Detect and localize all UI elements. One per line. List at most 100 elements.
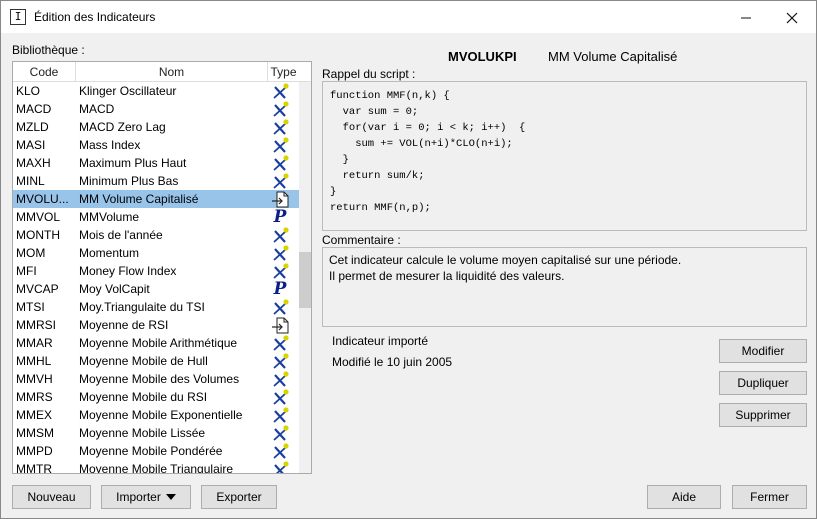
row-code: MMEX [16, 408, 52, 422]
table-scrollbar[interactable] [299, 82, 311, 473]
row-code: MASI [16, 138, 46, 152]
table-row[interactable]: MMAR Moyenne Mobile Arithmétique [13, 334, 299, 352]
indicator-code: MVOLUKPI [448, 49, 517, 64]
formula-icon [269, 172, 291, 190]
column-header-code[interactable]: Code [13, 62, 76, 82]
close-icon [786, 12, 798, 24]
p-icon: P [273, 207, 287, 227]
row-name: MM Volume Capitalisé [79, 192, 199, 206]
row-code: MMTR [16, 462, 52, 474]
script-line: sum += VOL(n+i)*CLO(n+i); [330, 138, 513, 150]
table-row[interactable]: MONTH Mois de l'année [13, 226, 299, 244]
table-row[interactable]: MZLD MACD Zero Lag [13, 118, 299, 136]
comment-label: Commentaire : [322, 233, 401, 247]
close-window-button[interactable] [769, 1, 815, 33]
formula-icon [269, 442, 291, 460]
row-name: Mois de l'année [79, 228, 163, 242]
table-row[interactable]: MVCAP Moy VolCapit P [13, 280, 299, 298]
row-code: MTSI [16, 300, 45, 314]
table-row[interactable]: MMHL Moyenne Mobile de Hull [13, 352, 299, 370]
table-row[interactable]: MINL Minimum Plus Bas [13, 172, 299, 190]
comment-view: Cet indicateur calcule le volume moyen c… [322, 247, 807, 327]
table-row[interactable]: MMPD Moyenne Mobile Pondérée [13, 442, 299, 460]
window-title: Édition des Indicateurs [34, 10, 156, 24]
p-icon: P [273, 279, 287, 299]
row-code: MAXH [16, 156, 51, 170]
table-row[interactable]: MVOLU... MM Volume Capitalisé [13, 190, 299, 208]
formula-icon [269, 118, 291, 136]
table-row[interactable]: MMEX Moyenne Mobile Exponentielle [13, 406, 299, 424]
row-code: MZLD [16, 120, 49, 134]
table-row[interactable]: MMTR Moyenne Mobile Triangulaire [13, 460, 299, 474]
formula-icon [269, 226, 291, 244]
formula-icon [269, 370, 291, 388]
table-row[interactable]: MMRSI Moyenne de RSI [13, 316, 299, 334]
row-name: Moy VolCapit [79, 282, 150, 296]
script-line: } [330, 154, 349, 166]
row-name: Minimum Plus Bas [79, 174, 179, 188]
table-row[interactable]: MACD MACD [13, 100, 299, 118]
table-row[interactable]: MOM Momentum [13, 244, 299, 262]
dropdown-caret-icon [165, 494, 176, 500]
row-name: Moyenne Mobile Pondérée [79, 444, 223, 458]
formula-icon [269, 244, 291, 262]
table-row[interactable]: MMVOL MMVolume P [13, 208, 299, 226]
row-name: Klinger Oscillateur [79, 84, 177, 98]
import-status: Indicateur importé [332, 334, 429, 348]
table-row[interactable]: MASI Mass Index [13, 136, 299, 154]
table-header: Code Nom Type [13, 62, 311, 82]
row-code: MMRS [16, 390, 53, 404]
formula-icon [269, 424, 291, 442]
row-code: MMVOL [16, 210, 61, 224]
formula-icon [269, 262, 291, 280]
close-button[interactable]: Fermer [732, 485, 807, 509]
table-row[interactable]: MFI Money Flow Index [13, 262, 299, 280]
minimize-button[interactable] [723, 1, 769, 33]
row-code: MFI [16, 264, 37, 278]
indicator-editor-window: I Édition des Indicateurs Bibliothèque :… [0, 0, 817, 519]
scrollbar-thumb[interactable] [299, 252, 311, 308]
duplicate-button[interactable]: Dupliquer [719, 371, 807, 395]
row-name: Maximum Plus Haut [79, 156, 187, 170]
column-header-name[interactable]: Nom [76, 62, 268, 82]
library-table[interactable]: Code Nom Type KLO Klinger Oscillateur MACD… [12, 61, 312, 474]
comment-line: Il permet de mesurer la liquidité des va… [329, 269, 565, 283]
row-code: MMVH [16, 372, 53, 386]
export-button[interactable]: Exporter [201, 485, 277, 509]
table-row[interactable]: MAXH Maximum Plus Haut [13, 154, 299, 172]
formula-icon [269, 406, 291, 424]
column-header-type[interactable]: Type [268, 62, 299, 82]
table-row[interactable]: MTSI Moy.Triangulaite du TSI [13, 298, 299, 316]
script-line: } [330, 186, 337, 198]
help-button[interactable]: Aide [647, 485, 721, 509]
script-line: function MMF(n,k) { [330, 90, 450, 102]
table-row[interactable]: KLO Klinger Oscillateur [13, 82, 299, 100]
row-code: MMRSI [16, 318, 56, 332]
row-name: Moyenne de RSI [79, 318, 169, 332]
table-row[interactable]: MMSM Moyenne Mobile Lissée [13, 424, 299, 442]
comment-line: Cet indicateur calcule le volume moyen c… [329, 253, 682, 267]
table-row[interactable]: MMRS Moyenne Mobile du RSI [13, 388, 299, 406]
table-row[interactable]: MMVH Moyenne Mobile des Volumes [13, 370, 299, 388]
formula-icon [269, 352, 291, 370]
row-name: MMVolume [79, 210, 140, 224]
row-code: KLO [16, 84, 41, 98]
row-name: Mass Index [79, 138, 141, 152]
row-name: MACD Zero Lag [79, 120, 166, 134]
import-button[interactable]: Importer [101, 485, 191, 509]
row-name: Money Flow Index [79, 264, 177, 278]
script-line: return sum/k; [330, 170, 425, 182]
new-button[interactable]: Nouveau [12, 485, 91, 509]
modify-button[interactable]: Modifier [719, 339, 807, 363]
row-name: Moyenne Mobile Exponentielle [79, 408, 243, 422]
app-icon: I [10, 9, 26, 25]
delete-button[interactable]: Supprimer [719, 403, 807, 427]
formula-icon [269, 82, 291, 100]
row-name: Moyenne Mobile Arithmétique [79, 336, 238, 350]
row-name: Momentum [79, 246, 140, 260]
row-name: Moyenne Mobile des Volumes [79, 372, 240, 386]
row-name: Moy.Triangulaite du TSI [79, 300, 205, 314]
row-code: MMAR [16, 336, 53, 350]
row-code: MINL [16, 174, 45, 188]
row-code: MMHL [16, 354, 52, 368]
